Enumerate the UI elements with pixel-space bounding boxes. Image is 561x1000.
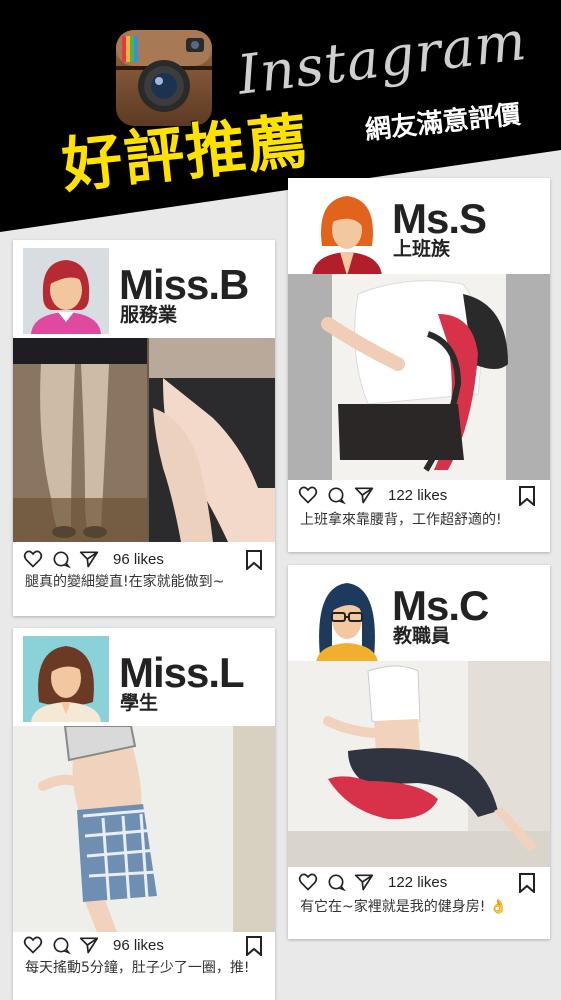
post-card-miss-l: Miss.L 學生 96 likes 每天搖動5分鐘，肚子少了一圈，推! (13, 628, 275, 1000)
avatar (23, 636, 109, 722)
post-author-name: Ms.S (392, 195, 487, 242)
avatar (302, 186, 392, 276)
comment-icon[interactable] (326, 485, 346, 505)
post-card-ms-s: Ms.S 上班族 122 likes 上班拿來靠腰背，工作超舒適的! (288, 178, 550, 552)
post-photo[interactable] (288, 661, 550, 867)
post-author-name: Miss.B (119, 261, 249, 308)
post-actions: 96 likes (23, 548, 164, 570)
send-icon[interactable] (79, 935, 99, 955)
bookmark-icon[interactable] (518, 486, 536, 506)
post-card-ms-c: Ms.C 教職員 122 likes 有它在~家裡就是我的健身房! 👌 (288, 565, 550, 939)
post-author-name: Ms.C (392, 582, 489, 629)
post-author-occupation: 服務業 (120, 304, 178, 326)
heart-icon[interactable] (298, 485, 318, 505)
like-count: 122 likes (388, 873, 448, 891)
post-caption: 有它在~家裡就是我的健身房! 👌 (300, 899, 508, 915)
post-author-name: Miss.L (119, 649, 245, 696)
like-count: 122 likes (388, 486, 448, 504)
post-card-miss-b: Miss.B 服務業 96 likes 腿真的變細變直!在家就能做到~ (13, 240, 275, 616)
comment-icon[interactable] (51, 935, 71, 955)
post-caption: 上班拿來靠腰背，工作超舒適的! (300, 512, 502, 528)
post-photo[interactable] (288, 274, 550, 480)
post-actions: 122 likes (298, 484, 447, 506)
like-count: 96 likes (113, 550, 164, 568)
post-photo[interactable] (13, 338, 275, 542)
post-photo[interactable] (13, 726, 275, 932)
bookmark-icon[interactable] (518, 873, 536, 893)
avatar (302, 573, 392, 663)
post-caption: 腿真的變細變直!在家就能做到~ (25, 574, 225, 590)
post-author-occupation: 教職員 (393, 625, 451, 647)
post-actions: 122 likes (298, 871, 447, 893)
like-count: 96 likes (113, 936, 164, 954)
send-icon[interactable] (79, 549, 99, 569)
bookmark-icon[interactable] (245, 550, 263, 570)
heart-icon[interactable] (298, 872, 318, 892)
post-actions: 96 likes (23, 934, 164, 956)
avatar (23, 248, 109, 334)
send-icon[interactable] (354, 872, 374, 892)
heart-icon[interactable] (23, 935, 43, 955)
comment-icon[interactable] (51, 549, 71, 569)
heart-icon[interactable] (23, 549, 43, 569)
post-author-occupation: 上班族 (393, 238, 451, 260)
bookmark-icon[interactable] (245, 936, 263, 956)
post-caption: 每天搖動5分鐘，肚子少了一圈，推! (25, 960, 250, 976)
comment-icon[interactable] (326, 872, 346, 892)
post-author-occupation: 學生 (120, 692, 159, 714)
send-icon[interactable] (354, 485, 374, 505)
